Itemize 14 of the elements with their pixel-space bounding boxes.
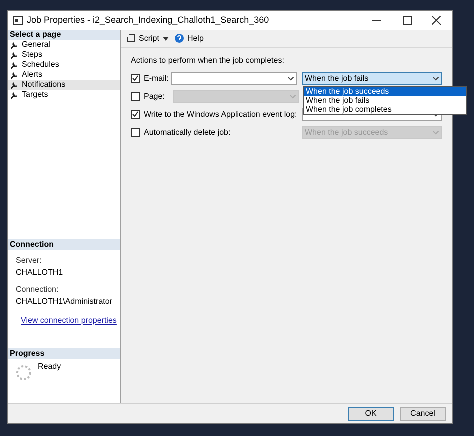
connection-label: Connection: — [16, 284, 60, 296]
section-header: Progress — [8, 348, 120, 359]
section-header: Select a page — [8, 30, 120, 40]
checkbox-label: Automatically delete job: — [144, 126, 232, 138]
progress-status: Ready — [38, 361, 62, 373]
connection-name: CHALLOTH1\Administrator — [16, 296, 112, 308]
server-name: CHALLOTH1 — [16, 267, 64, 279]
checkbox-label: E-mail: — [144, 72, 170, 84]
checkbox-label: Write to the Windows Application event log: — [144, 108, 298, 120]
window-title: Job Properties - i2_Search_Indexing_Challoth1_Search_360 — [27, 14, 270, 27]
section-header: Connection — [8, 239, 120, 250]
server-label: Server: — [16, 255, 43, 267]
section-label: Actions to perform when the job completes: — [131, 55, 286, 67]
checkbox-label: Page: — [144, 90, 166, 102]
